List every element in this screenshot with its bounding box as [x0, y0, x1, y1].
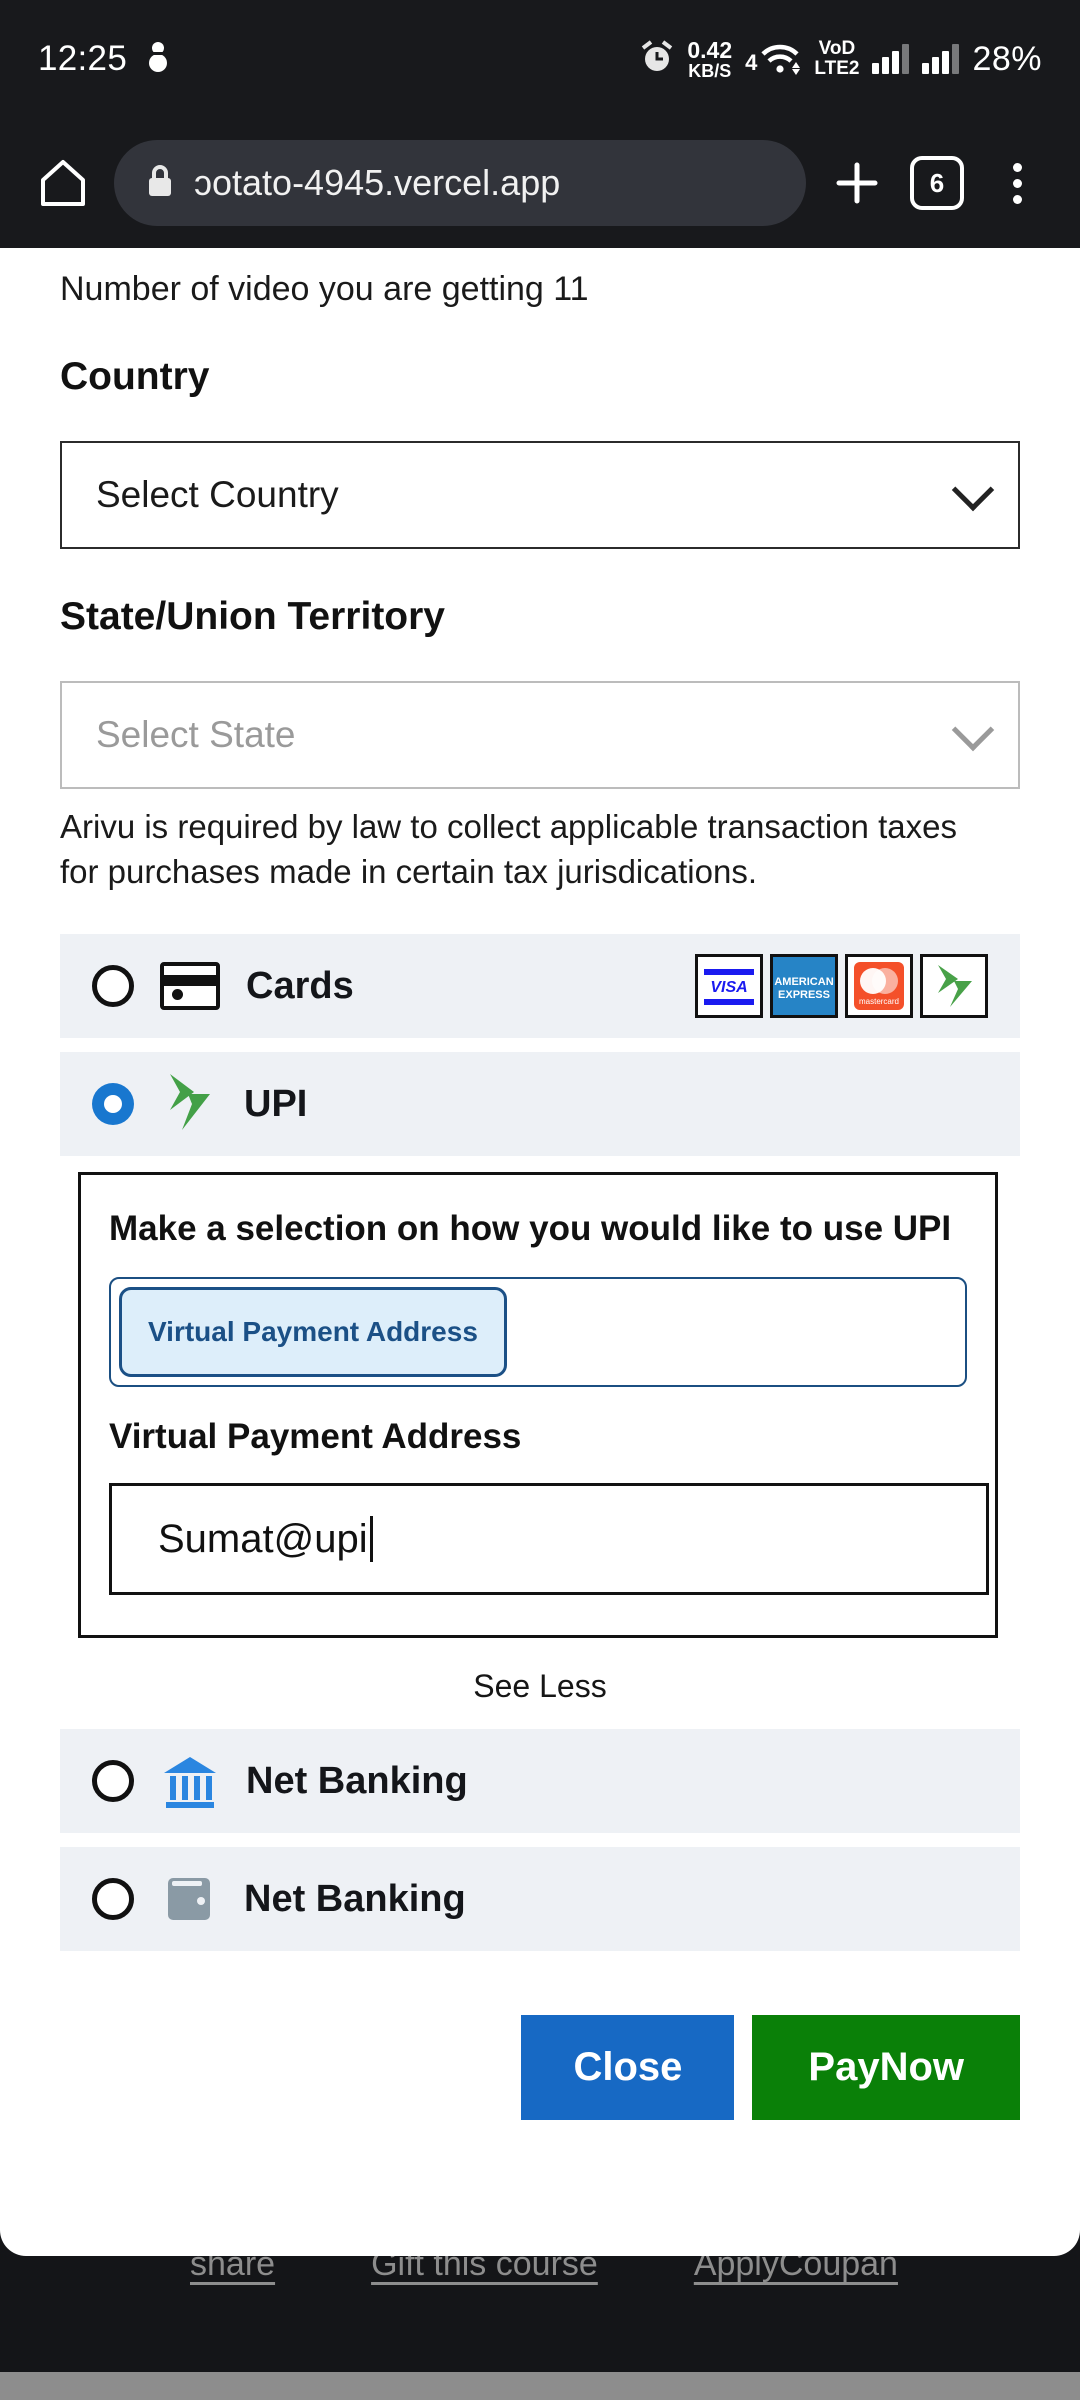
radio-cards[interactable] [92, 965, 134, 1008]
payment-option-label: Net Banking [246, 1759, 468, 1802]
video-count-text: Number of video you are getting 11 [60, 270, 589, 308]
payment-option-label: UPI [244, 1082, 308, 1125]
chevron-down-icon [951, 468, 995, 512]
payment-option-upi[interactable]: UPI [60, 1052, 1020, 1157]
radio-net-banking-wallet[interactable] [92, 1878, 134, 1921]
payment-option-label: Cards [246, 964, 354, 1007]
text-cursor [369, 1516, 373, 1563]
vpa-input-value: Sumat@upi [158, 1516, 368, 1561]
snowman-icon [145, 40, 171, 79]
amex-logo-icon: AMERICAN EXPRESS [770, 954, 838, 1019]
payment-option-label: Net Banking [244, 1877, 466, 1920]
payment-modal: Number of video you are getting 11 Count… [0, 248, 1080, 2256]
battery-percentage: 28% [972, 39, 1042, 78]
status-bar: 12:25 0.42 KB/S 4 VoD LTE2 28% [0, 0, 1080, 118]
tab-switcher-button[interactable]: 6 [908, 154, 966, 212]
payment-option-net-banking-bank[interactable]: Net Banking [60, 1729, 1020, 1834]
volte-indicator: VoD LTE2 [814, 38, 860, 79]
visa-logo-icon: VISA [695, 954, 763, 1019]
svg-text:EXPRESS: EXPRESS [778, 989, 830, 1001]
country-label: Country [60, 355, 210, 398]
country-select[interactable]: Select Country [60, 441, 1020, 549]
state-select-placeholder: Select State [96, 714, 296, 755]
svg-text:VISA: VISA [710, 979, 747, 996]
upi-details-panel: Make a selection on how you would like t… [78, 1172, 998, 1639]
wallet-icon [160, 1870, 218, 1928]
card-network-logos: VISA AMERICAN EXPRESS mastercard [695, 954, 988, 1019]
new-tab-icon[interactable] [828, 154, 886, 212]
modal-form-top: Number of video you are getting 11 Count… [0, 248, 1080, 894]
rupay-logo-icon [920, 954, 988, 1019]
upi-logo-icon [160, 1070, 218, 1139]
upi-panel-heading: Make a selection on how you would like t… [109, 1209, 952, 1249]
close-button[interactable]: Close [521, 2015, 735, 2121]
system-navigation-bar [0, 2372, 1080, 2400]
state-label: State/Union Territory [60, 595, 445, 638]
address-bar-url: ɔotato-4945.vercel.app [194, 162, 561, 203]
wifi-icon: 4 [745, 42, 801, 76]
chevron-down-icon [951, 708, 995, 752]
radio-net-banking-bank[interactable] [92, 1760, 134, 1803]
svg-text:mastercard: mastercard [859, 997, 899, 1006]
vpa-field-label: Virtual Payment Address [109, 1417, 522, 1457]
state-select[interactable]: Select State [60, 681, 1020, 789]
address-bar[interactable]: ɔotato-4945.vercel.app [114, 140, 806, 226]
signal-sim2-icon [922, 44, 960, 74]
network-speed-indicator: 0.42 KB/S [687, 36, 733, 81]
see-less-link[interactable]: See Less [0, 1668, 1080, 1705]
credit-card-icon [160, 962, 220, 1011]
lock-icon [146, 164, 174, 203]
signal-sim1-icon [872, 44, 910, 74]
pay-now-button[interactable]: PayNow [752, 2015, 1020, 2121]
vpa-input[interactable]: Sumat@upi [109, 1483, 989, 1596]
radio-upi[interactable] [92, 1083, 134, 1126]
payment-option-cards[interactable]: Cards VISA AMERICAN EXPRESS mastercard [60, 934, 1020, 1039]
tab-virtual-payment-address[interactable]: Virtual Payment Address [119, 1287, 507, 1378]
modal-action-buttons: Close PayNow [0, 1951, 1080, 2121]
status-bar-left: 12:25 [38, 39, 171, 79]
mastercard-logo-icon: mastercard [845, 954, 913, 1019]
svg-text:AMERICAN: AMERICAN [774, 976, 833, 988]
home-icon[interactable] [34, 154, 92, 212]
payment-option-net-banking-wallet[interactable]: Net Banking [60, 1847, 1020, 1952]
upi-method-tabstrip: Virtual Payment Address [109, 1277, 967, 1388]
tab-count-label: 6 [910, 156, 964, 210]
browser-toolbar: ɔotato-4945.vercel.app 6 [0, 118, 1080, 248]
clock-time: 12:25 [38, 39, 128, 78]
tax-notice-text: Arivu is required by law to collect appl… [60, 808, 957, 890]
bank-icon [160, 1753, 220, 1809]
status-bar-right: 0.42 KB/S 4 VoD LTE2 28% [640, 36, 1042, 81]
overflow-menu-icon[interactable] [988, 154, 1046, 212]
country-select-value: Select Country [96, 474, 339, 515]
alarm-icon [640, 39, 674, 79]
